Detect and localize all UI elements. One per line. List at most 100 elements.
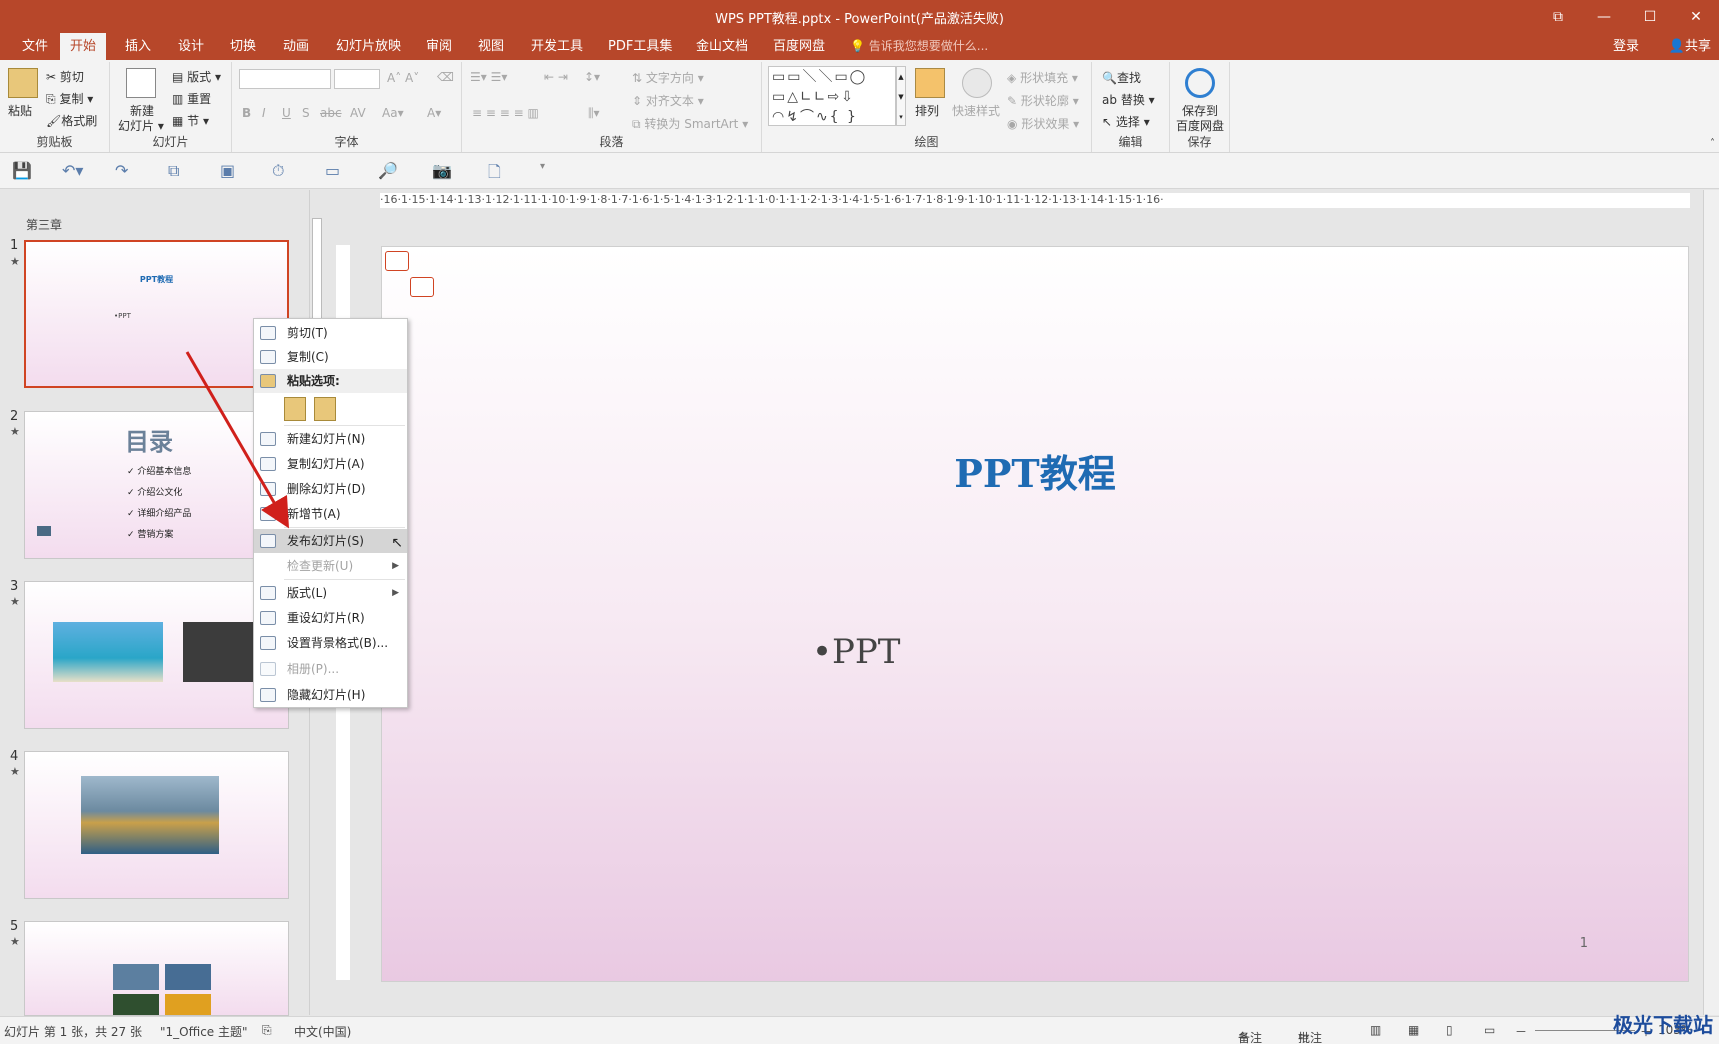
arrange-button[interactable]: 排列 xyxy=(915,102,939,119)
language[interactable]: 中文(中国) xyxy=(294,1023,351,1040)
reading-view-icon[interactable]: ▯ xyxy=(1446,1023,1453,1037)
menu-item-add-section[interactable]: 新增节(A) xyxy=(254,502,407,526)
spellcheck-icon[interactable]: ⎘ xyxy=(262,1023,272,1038)
tab-slideshow[interactable]: 幻灯片放映 xyxy=(326,33,411,60)
menu-item-hide-slide[interactable]: 隐藏幻灯片(H) xyxy=(254,683,407,707)
export-icon[interactable]: 🗋 xyxy=(488,161,501,188)
shadow-icon[interactable]: S xyxy=(302,106,310,120)
tab-file[interactable]: 文件 xyxy=(12,33,58,60)
new-slide-dropdown[interactable]: 幻灯片 ▾ xyxy=(118,117,164,134)
zoom-out-icon[interactable]: － xyxy=(1515,1023,1527,1040)
tab-pdf-tools[interactable]: PDF工具集 xyxy=(598,33,682,60)
textbox-icon[interactable]: ▣ xyxy=(220,161,235,180)
menu-item-reset-slide[interactable]: 重设幻灯片(R) xyxy=(254,606,407,630)
present-icon[interactable]: ▭ xyxy=(325,161,340,180)
paste-as-picture-icon[interactable] xyxy=(314,397,336,421)
spacing-icon[interactable]: AV xyxy=(350,106,366,120)
layout-button[interactable]: ▤ 版式 ▾ xyxy=(172,68,221,85)
slide-sorter-icon[interactable]: ▦ xyxy=(1408,1023,1419,1037)
save-icon[interactable]: 💾 xyxy=(12,161,32,180)
quick-styles-button[interactable]: 快速样式 xyxy=(952,102,1000,119)
tab-view[interactable]: 视图 xyxy=(468,33,514,60)
redo-icon[interactable]: ↷ xyxy=(115,161,128,180)
baidu-netdisk-label[interactable]: 百度网盘 xyxy=(1176,117,1224,134)
maximize-button[interactable]: ☐ xyxy=(1627,0,1673,33)
shape-effects-button[interactable]: ◉ 形状效果 ▾ xyxy=(1007,115,1079,132)
menu-item-duplicate-slide[interactable]: 复制幻灯片(A) xyxy=(254,452,407,476)
customize-qat-icon[interactable]: ▾ xyxy=(540,161,545,172)
line-spacing-icon[interactable]: ↕▾ xyxy=(584,70,600,84)
login-link[interactable]: 登录 xyxy=(1613,33,1639,60)
tab-developer[interactable]: 开发工具 xyxy=(521,33,593,60)
normal-view-icon[interactable]: ▥ xyxy=(1370,1023,1381,1037)
menu-item-delete-slide[interactable]: 删除幻灯片(D) xyxy=(254,477,407,501)
rehearse-icon[interactable]: ⏱ xyxy=(272,161,284,181)
from-beginning-icon[interactable]: ⧉ xyxy=(168,161,179,181)
align-icons[interactable]: ≡ ≡ ≡ ≡ ▥ xyxy=(472,106,539,120)
comment-icon[interactable] xyxy=(385,251,409,271)
bold-icon[interactable]: B xyxy=(242,106,251,120)
tell-me-input[interactable]: 💡 告诉我您想要做什么... xyxy=(850,33,988,60)
menu-item-layout[interactable]: 版式(L) ▶ xyxy=(254,581,407,605)
shapes-gallery-scroll[interactable]: ▲ ▼ ▾ xyxy=(896,66,906,126)
slideshow-view-icon[interactable]: ▭ xyxy=(1484,1023,1495,1037)
menu-item-format-background[interactable]: 设置背景格式(B)... xyxy=(254,631,407,655)
ribbon-display-icon[interactable]: ⧉ xyxy=(1535,0,1581,33)
tab-animations[interactable]: 动画 xyxy=(273,33,319,60)
undo-icon[interactable]: ↶▾ xyxy=(62,161,83,180)
select-button[interactable]: ↖ 选择 ▾ xyxy=(1102,113,1150,130)
tab-baidu-netdisk[interactable]: 百度网盘 xyxy=(763,33,835,60)
close-button[interactable]: ✕ xyxy=(1673,0,1719,33)
clear-format-icon[interactable]: ⌫ xyxy=(437,70,454,84)
grow-font-icon[interactable]: A˄ A˅ xyxy=(387,71,419,85)
collapse-ribbon-icon[interactable]: ˄ xyxy=(1710,138,1715,149)
paste-use-destination-icon[interactable] xyxy=(284,397,306,421)
menu-item-copy[interactable]: 复制(C) xyxy=(254,345,407,369)
strikethrough-icon[interactable]: abc xyxy=(320,106,342,120)
tab-home[interactable]: 开始 xyxy=(60,33,107,60)
slide-thumbnail-3[interactable] xyxy=(24,581,289,729)
tab-design[interactable]: 设计 xyxy=(168,33,214,60)
tab-transitions[interactable]: 切换 xyxy=(220,33,266,60)
section-button[interactable]: ▦ 节 ▾ xyxy=(172,112,209,129)
share-button[interactable]: 👤共享 xyxy=(1669,33,1711,60)
shape-fill-button[interactable]: ◈ 形状填充 ▾ xyxy=(1007,69,1078,86)
slide-thumbnail-1[interactable]: PPT教程 •PPT xyxy=(24,240,289,388)
bullets-icon[interactable]: ☰▾ ☰▾ xyxy=(470,70,507,84)
section-title[interactable]: 第三章 xyxy=(26,216,62,233)
screenshot-icon[interactable]: 📷 xyxy=(432,161,452,180)
paste-button[interactable]: 粘贴 xyxy=(8,102,32,119)
slide-canvas[interactable]: PPT教程 •PPT 1 xyxy=(381,246,1689,982)
font-size-input[interactable] xyxy=(334,69,380,89)
menu-item-cut[interactable]: 剪切(T) xyxy=(254,321,407,345)
minimize-button[interactable]: — xyxy=(1581,0,1627,33)
menu-item-publish-slides[interactable]: 发布幻灯片(S) ↖ xyxy=(254,529,407,553)
font-name-input[interactable] xyxy=(239,69,331,89)
slide-title[interactable]: PPT教程 xyxy=(382,443,1688,498)
reset-button[interactable]: ▥ 重置 xyxy=(172,90,211,107)
slide-thumbnail-2[interactable]: 目录 ✓ 介绍基本信息 ✓ 介绍公文化 ✓ 详细介绍产品 ✓ 营销方案 xyxy=(24,411,289,559)
columns-icon[interactable]: ⫼▾ xyxy=(588,106,600,121)
editor-scrollbar[interactable] xyxy=(1703,190,1719,1015)
slide-thumbnail-4[interactable] xyxy=(24,751,289,899)
slide-body[interactable]: •PPT xyxy=(812,632,901,672)
shape-outline-button[interactable]: ✎ 形状轮廓 ▾ xyxy=(1007,92,1079,109)
copy-button[interactable]: ⎘ 复制 ▾ xyxy=(46,90,93,107)
format-painter-button[interactable]: 🖌格式刷 xyxy=(46,112,97,129)
menu-item-new-slide[interactable]: 新建幻灯片(N) xyxy=(254,427,407,451)
shapes-gallery[interactable]: ▭▭＼＼▭◯ ▭△∟∟⇨⇩ ◠↯⌒∿{ } xyxy=(768,66,896,126)
indent-icon[interactable]: ⇤ ⇥ xyxy=(544,70,568,84)
preview-icon[interactable]: 🔎 xyxy=(378,161,398,180)
font-color-icon[interactable]: A▾ xyxy=(427,106,441,120)
align-text-button[interactable]: ⇕ 对齐文本 ▾ xyxy=(632,92,704,109)
tab-insert[interactable]: 插入 xyxy=(115,33,161,60)
change-case-icon[interactable]: Aa▾ xyxy=(382,106,404,120)
replace-button[interactable]: ab 替换 ▾ xyxy=(1102,91,1155,108)
tab-review[interactable]: 审阅 xyxy=(416,33,462,60)
italic-icon[interactable]: I xyxy=(262,106,266,120)
smartart-button[interactable]: ⧉ 转换为 SmartArt ▾ xyxy=(632,115,748,132)
tab-kingsoft-docs[interactable]: 金山文档 xyxy=(686,33,758,60)
text-direction-button[interactable]: ⇅ 文字方向 ▾ xyxy=(632,69,704,86)
slide-thumbnail-5[interactable] xyxy=(24,921,289,1016)
underline-icon[interactable]: U xyxy=(282,106,291,120)
